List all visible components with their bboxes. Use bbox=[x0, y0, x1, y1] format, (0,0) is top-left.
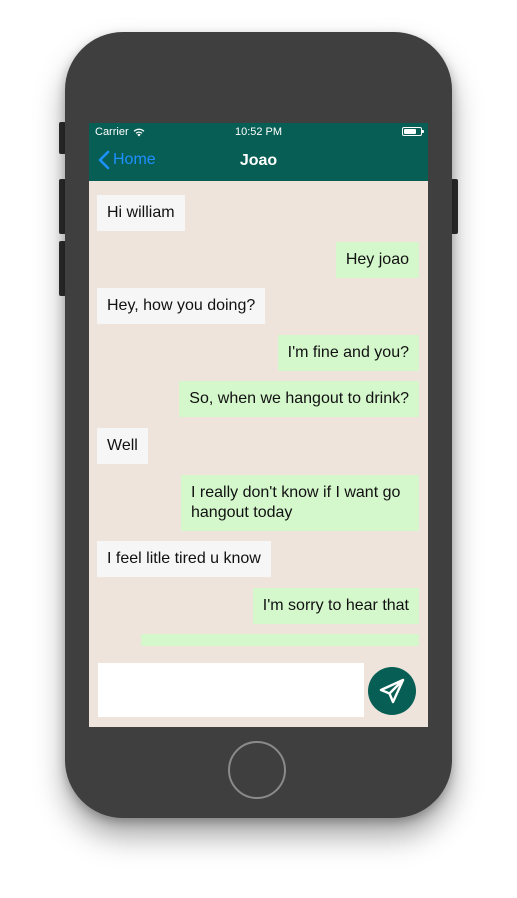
message-bubble-outgoing bbox=[141, 634, 419, 646]
message-input[interactable] bbox=[98, 663, 364, 717]
home-button[interactable] bbox=[228, 741, 286, 799]
message-list[interactable]: Hi william Hey joao Hey, how you doing? … bbox=[89, 181, 428, 646]
message-bubble-incoming: I feel litle tired u know bbox=[97, 541, 271, 577]
status-bar: Carrier 10:52 PM bbox=[89, 123, 428, 141]
message-bubble-incoming: Hi william bbox=[97, 195, 185, 231]
chat-title: Joao bbox=[239, 152, 278, 169]
message-bubble-outgoing: I really don't know if I want go hangout… bbox=[181, 475, 419, 531]
send-button[interactable] bbox=[368, 667, 416, 715]
message-bubble-incoming: Hey, how you doing? bbox=[97, 288, 266, 324]
navigation-bar: Home Joao bbox=[89, 141, 428, 181]
message-bubble-outgoing: I'm fine and you? bbox=[277, 335, 419, 371]
power-button bbox=[451, 179, 458, 234]
paper-plane-icon bbox=[379, 678, 405, 704]
status-time: 10:52 PM bbox=[234, 126, 283, 138]
message-bubble-outgoing: Hey joao bbox=[335, 242, 419, 278]
app-screen: Carrier 10:52 PM Home Joao Hi william He… bbox=[89, 123, 428, 727]
message-bubble-outgoing: So, when we hangout to drink? bbox=[179, 381, 419, 417]
message-bubble-incoming: Well bbox=[97, 428, 148, 464]
battery-icon bbox=[402, 127, 424, 136]
message-bubble-outgoing: I'm sorry to hear that bbox=[252, 588, 419, 624]
